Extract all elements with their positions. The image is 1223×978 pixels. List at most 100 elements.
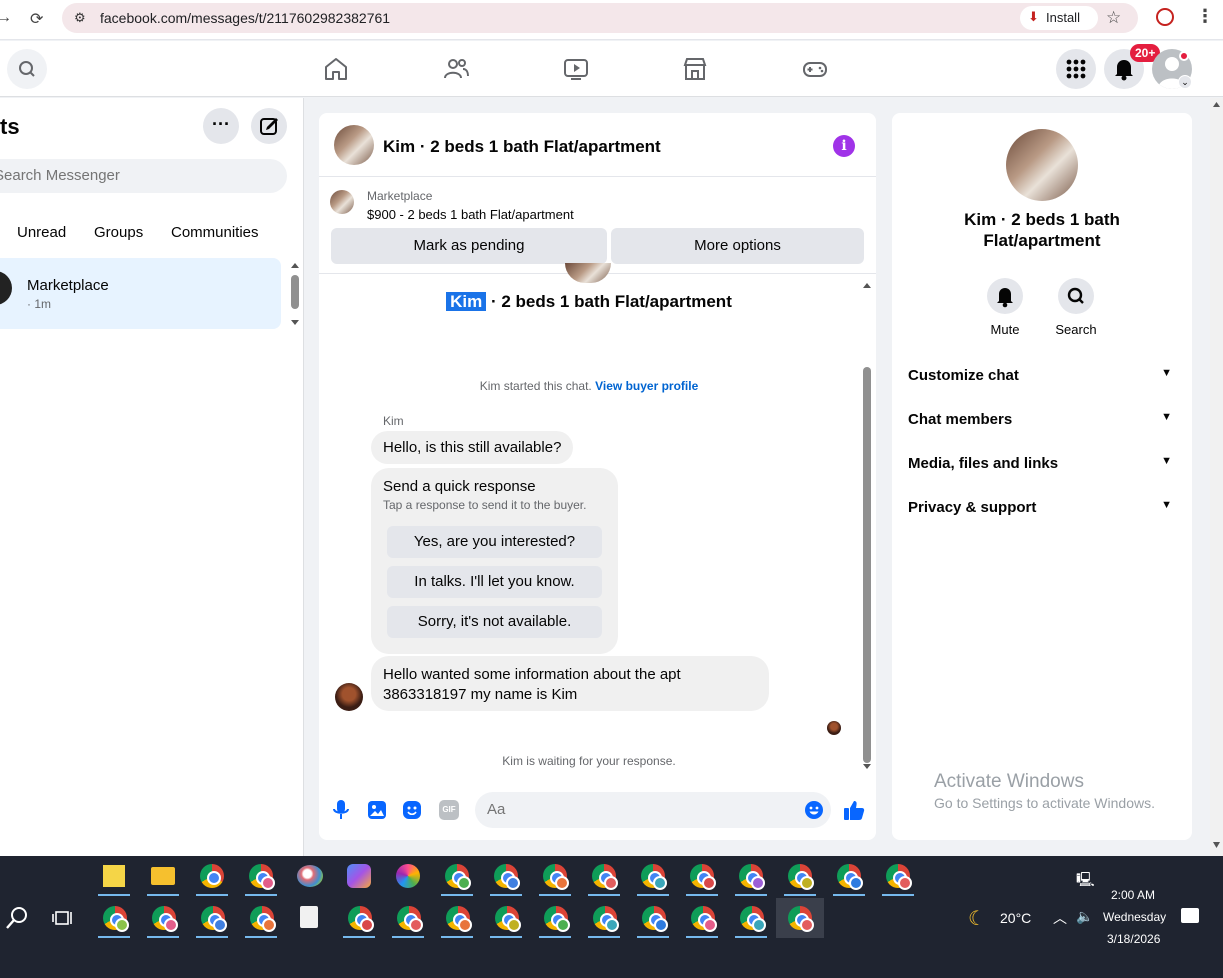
chrome-profile-app-icon[interactable] [445,864,471,890]
chrome-profile-app-icon[interactable] [348,906,374,932]
thumbs-up-icon[interactable] [843,799,865,821]
chrome-profile-app-icon[interactable] [837,864,863,890]
info-icon[interactable]: i [833,135,855,157]
video-icon[interactable] [562,55,590,83]
clock-day[interactable]: Wednesday [1103,910,1166,924]
chrome-profile-app-icon[interactable] [397,906,423,932]
install-button[interactable]: ⬇ Install [1020,6,1098,30]
thread-scrollbar[interactable] [861,281,873,771]
clock-date[interactable]: 3/18/2026 [1107,932,1160,946]
friends-icon[interactable] [442,55,470,83]
section-customize-chat[interactable]: Customize chat ▼ [908,367,1176,384]
marketplace-icon[interactable] [681,55,709,83]
section-chat-members[interactable]: Chat members ▼ [908,411,1176,428]
network-icon[interactable]: 🖳 [1076,869,1095,893]
address-bar[interactable]: ⚙ facebook.com/messages/t/21176029823827… [62,3,1138,33]
volume-icon[interactable]: 🔈 [1076,908,1093,925]
listing-summary[interactable]: $900 - 2 beds 1 bath Flat/apartment [367,207,574,222]
section-media-files-links[interactable]: Media, files and links ▼ [908,455,1176,472]
search-in-chat-button[interactable] [1058,278,1094,314]
mute-button[interactable] [987,278,1023,314]
messenger-search-input[interactable] [0,167,254,184]
photos-icon[interactable] [396,864,420,888]
chrome-menu-icon[interactable]: ⋮ [1196,6,1214,27]
search-action[interactable]: Search [1046,278,1106,337]
quick-response-not-available[interactable]: Sorry, it's not available. [387,606,602,638]
forward-icon[interactable]: → [0,9,12,27]
filter-groups[interactable]: Groups [94,224,143,241]
chrome-profile-app-icon[interactable] [592,864,618,890]
gaming-icon[interactable] [801,55,829,83]
moon-weather-icon[interactable]: ☾ [968,906,986,931]
file-explorer-icon[interactable] [151,867,175,885]
chrome-profile-app-icon[interactable] [495,906,521,932]
chrome-profile-app-icon[interactable] [739,864,765,890]
chrome-profile-app-icon[interactable] [494,864,520,890]
view-buyer-profile-link[interactable]: View buyer profile [595,379,698,393]
notepad-icon[interactable] [300,906,318,928]
chrome-profile-app-icon[interactable] [250,906,276,932]
chrome-profile-app-icon[interactable] [446,906,472,932]
chrome-profile-app-icon[interactable] [544,906,570,932]
chrome-profile-icon[interactable] [1156,8,1174,26]
search-button[interactable] [7,49,47,89]
chrome-profile-app-icon[interactable] [543,864,569,890]
chrome-profile-app-icon[interactable] [103,906,129,932]
chrome-profile-app-icon[interactable] [249,864,275,890]
search-icon[interactable] [4,904,32,932]
sidebar-scrollbar[interactable] [290,263,300,325]
filter-communities[interactable]: Communities [171,224,259,241]
chrome-profile-app-icon[interactable] [740,906,766,932]
messenger-search[interactable] [0,159,287,193]
clock-time[interactable]: 2:00 AM [1111,888,1155,902]
message-bubble[interactable]: Hello, is this still available? [371,431,574,464]
chrome-profile-app-icon[interactable] [152,906,178,932]
temperature[interactable]: 20°C [1000,910,1031,926]
chrome-profile-app-icon[interactable] [593,906,619,932]
new-message-button[interactable] [251,108,287,144]
chrome-profile-app-icon[interactable] [691,906,717,932]
chrome-profile-app-icon[interactable] [641,864,667,890]
more-options-button[interactable]: More options [611,228,864,264]
chrome-profile-app-icon[interactable] [201,906,227,932]
conversation-title[interactable]: Kim · 2 beds 1 bath Flat/apartment [383,137,661,157]
paint-icon[interactable] [297,865,323,887]
copilot-icon[interactable] [347,864,371,888]
section-privacy-support[interactable]: Privacy & support ▼ [908,499,1176,516]
chevron-up-icon[interactable]: ︿ [1053,908,1067,928]
listing-large-thumbnail[interactable] [1006,129,1078,201]
microphone-icon[interactable] [331,799,351,821]
chrome-profile-app-icon[interactable] [642,906,668,932]
sticker-icon[interactable] [402,800,422,820]
emoji-icon[interactable] [804,800,824,820]
quick-response-in-talks[interactable]: In talks. I'll let you know. [387,566,602,598]
quick-response-yes[interactable]: Yes, are you interested? [387,526,602,558]
sticky-notes-icon[interactable] [103,865,125,887]
url-text[interactable]: facebook.com/messages/t/2117602982382761 [100,10,390,26]
chrome-profile-app-icon[interactable] [788,864,814,890]
bookmark-star-icon[interactable]: ☆ [1106,8,1121,28]
menu-button[interactable] [1056,49,1096,89]
task-view-icon[interactable] [50,904,78,932]
chevron-down-icon[interactable]: ⌄ [1178,75,1192,89]
chat-list-item-marketplace[interactable]: Marketplace · 1m [0,258,281,329]
chrome-profile-app-icon[interactable] [690,864,716,890]
gif-icon[interactable]: GIF [439,800,459,820]
chrome-icon[interactable] [200,864,224,888]
active-taskbar-item[interactable] [776,898,824,938]
listing-thumbnail[interactable] [334,125,374,165]
home-icon[interactable] [322,55,350,83]
notifications-center-icon[interactable] [1181,908,1199,923]
message-bubble-apt-info[interactable]: Hello wanted some information about the … [371,656,769,711]
site-settings-icon[interactable]: ⚙ [74,10,86,26]
mark-as-pending-button[interactable]: Mark as pending [331,228,607,264]
message-input[interactable] [487,801,787,818]
message-input-box[interactable] [475,792,831,828]
page-scrollbar[interactable] [1210,98,1223,856]
chrome-profile-app-icon[interactable] [886,864,912,890]
photo-icon[interactable] [367,800,387,820]
chat-options-button[interactable]: ··· [203,108,239,144]
filter-unread[interactable]: Unread [17,224,66,241]
reload-icon[interactable]: ⟳ [30,9,43,29]
mute-action[interactable]: Mute [975,278,1035,337]
